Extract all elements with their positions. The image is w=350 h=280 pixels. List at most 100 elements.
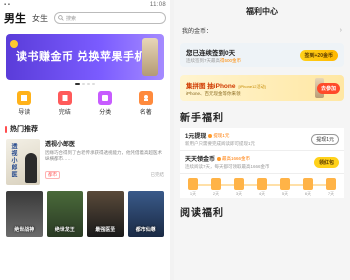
cover-title: 透视小郎医 (10, 143, 16, 178)
iphone-title-text: 集拼图 抽iPhone (186, 82, 236, 90)
quick-nav-label: 名著 (139, 110, 152, 116)
cover-title: 绝世龙王 (54, 227, 75, 233)
section-title: 热门推荐 (10, 126, 38, 133)
join-button[interactable]: 去参加 (316, 83, 340, 94)
book-grid: 绝世战神 绝世龙王 最强医圣 都市仙尊 (0, 187, 170, 241)
carousel-dot (92, 83, 95, 85)
sign-in-button[interactable]: 签到+20金币 (299, 49, 338, 61)
iphone-promo-card[interactable]: 集拼图 抽iPhone [iPhone12活动] iPhone、百元现金等你来领 … (180, 75, 344, 101)
task-name: 天天领金币 最高1666金币 (185, 154, 270, 164)
task-desc: 新用户只需要完成阅读即可提现1元 (185, 141, 256, 146)
task-daily-coins: 天天领金币 最高1666金币 连续阅读7天，每天都可领取最高1666金币 领红包 (180, 151, 344, 174)
book-title: 透视小郎医 (45, 142, 76, 148)
cover-title: 最强医圣 (95, 227, 116, 233)
promo-banner[interactable]: 读书赚金币 兑换苹果手机 (6, 34, 164, 80)
guide-icon (17, 91, 32, 105)
iphone-title-note: [iPhone12活动] (238, 83, 266, 89)
daily-progress: 1天 2天 3天 4天 5天 6天 7天 (180, 174, 344, 198)
banner-text: 读书赚金币 兑换苹果手机 (16, 51, 147, 63)
sign-in-title: 您已连续签到0天 (186, 49, 236, 57)
gift-icon (257, 178, 267, 190)
coin-icon (217, 156, 222, 161)
book-cover[interactable]: 都市仙尊 (127, 191, 164, 237)
featured-book[interactable]: 透视小郎医 透视小郎医 因缘巧合得到了古老传承获得透视能力，他凭借着高超医术纵横… (0, 137, 170, 187)
bookstore-screen: ▪ ▪ 11:08 男生 女生 搜索 读书赚金币 兑换苹果手机 导读 完结 分类 (0, 0, 170, 280)
task-title: 1元提现 (185, 134, 207, 140)
carousel-dots (0, 83, 170, 85)
gift-icon (280, 178, 290, 190)
status-bar: ▪ ▪ 11:08 (0, 0, 170, 10)
task-desc: 连续阅读7天，每天都可领取最高1666金币 (185, 164, 270, 169)
task-name: 1元提现 提现1元 (185, 131, 255, 141)
classics-icon (138, 91, 153, 105)
status-icons: ▪ ▪ (4, 2, 10, 8)
iphone-promo-sub: iPhone、百元现金等你来领 (186, 90, 241, 96)
gift-icon (234, 178, 244, 190)
search-input[interactable]: 搜索 (54, 12, 166, 24)
quick-nav-category[interactable]: 分类 (98, 91, 113, 116)
sign-in-sub-highlight: 得500金币 (220, 57, 242, 63)
finished-icon (57, 91, 72, 105)
gift-icon (211, 178, 221, 190)
header: 男生 女生 搜索 (0, 10, 170, 26)
section-accent (5, 125, 7, 133)
quick-nav-finished[interactable]: 完结 (57, 91, 72, 116)
category-icon (98, 91, 113, 105)
book-cover[interactable]: 绝世龙王 (46, 191, 83, 237)
welfare-center-screen: 福利中心 我的金币： › 您已连续签到0天 连续签到7天最高得500金币 签到+… (174, 0, 350, 280)
task-info: 1元提现 提现1元 新用户只需要完成阅读即可提现1元 (185, 131, 255, 147)
iphone-promo-title: 集拼图 抽iPhone [iPhone12活动] (186, 80, 266, 90)
gift-icon (303, 178, 313, 190)
claim-red-packet-button[interactable]: 领红包 (313, 156, 339, 168)
quick-nav-label: 分类 (99, 110, 112, 116)
book-meta: 都市 已完结 (45, 171, 164, 179)
quick-nav-classics[interactable]: 名著 (138, 91, 153, 116)
coin-icon (208, 133, 213, 138)
book-status: 已完结 (150, 172, 165, 177)
task-title: 天天领金币 (185, 157, 216, 163)
section-hot-recommend: 热门推荐 (5, 124, 165, 134)
task-reward-text: 最高1666金币 (222, 155, 251, 161)
carousel-dot (87, 83, 90, 85)
task-withdraw: 1元提现 提现1元 新用户只需要完成阅读即可提现1元 提现1元 (180, 128, 344, 151)
book-tag: 都市 (45, 171, 60, 179)
iphone-promo-text: 集拼图 抽iPhone [iPhone12活动] iPhone、百元现金等你来领 (186, 80, 266, 97)
book-info: 透视小郎医 因缘巧合得到了古老传承获得透视能力，他凭借着高超医术纵横都市…… 都… (45, 139, 164, 185)
carousel-dot (75, 83, 80, 85)
book-cover[interactable]: 透视小郎医 (6, 139, 40, 185)
cover-title: 都市仙尊 (135, 227, 156, 233)
carousel-dot (82, 83, 85, 85)
withdraw-button[interactable]: 提现1元 (311, 133, 339, 145)
gift-icon (326, 178, 336, 190)
day-label: 4天 (258, 191, 266, 196)
my-coins-row[interactable]: 我的金币： › (174, 20, 350, 39)
search-icon (58, 15, 64, 21)
day-label: 6天 (304, 191, 312, 196)
quick-nav: 导读 完结 分类 名著 (0, 91, 170, 116)
coin-icon (10, 40, 18, 48)
day-label: 5天 (281, 191, 289, 196)
tab-male[interactable]: 男生 (4, 10, 26, 26)
task-reward: 最高1666金币 (217, 156, 250, 162)
new-user-section-title: 新手福利 (180, 113, 224, 124)
tab-female[interactable]: 女生 (32, 13, 48, 24)
quick-nav-guide[interactable]: 导读 (17, 91, 32, 116)
task-reward: 提现1元 (208, 133, 229, 139)
page-title: 福利中心 (246, 7, 278, 16)
task-reward-text: 提现1元 (213, 132, 230, 138)
cover-title: 绝世战神 (14, 227, 35, 233)
sign-in-sub: 连续签到7天最高得500金币 (186, 58, 241, 64)
quick-nav-label: 完结 (58, 110, 71, 116)
task-info: 天天领金币 最高1666金币 连续阅读7天，每天都可领取最高1666金币 (185, 154, 270, 170)
status-time: 11:08 (149, 2, 166, 8)
book-desc: 因缘巧合得到了古老传承获得透视能力，他凭借着高超医术纵横都市…… (45, 150, 162, 161)
book-cover[interactable]: 绝世战神 (6, 191, 43, 237)
reading-section-title: 阅读福利 (180, 208, 224, 219)
book-cover[interactable]: 最强医圣 (87, 191, 124, 237)
sign-in-text: 您已连续签到0天 连续签到7天最高得500金币 (186, 47, 241, 64)
sign-in-card: 您已连续签到0天 连续签到7天最高得500金币 签到+20金币 (180, 43, 344, 67)
day-label: 7天 (327, 191, 335, 196)
cover-figure (25, 153, 37, 183)
day-label: 2天 (212, 191, 220, 196)
day-label: 1天 (189, 191, 197, 196)
